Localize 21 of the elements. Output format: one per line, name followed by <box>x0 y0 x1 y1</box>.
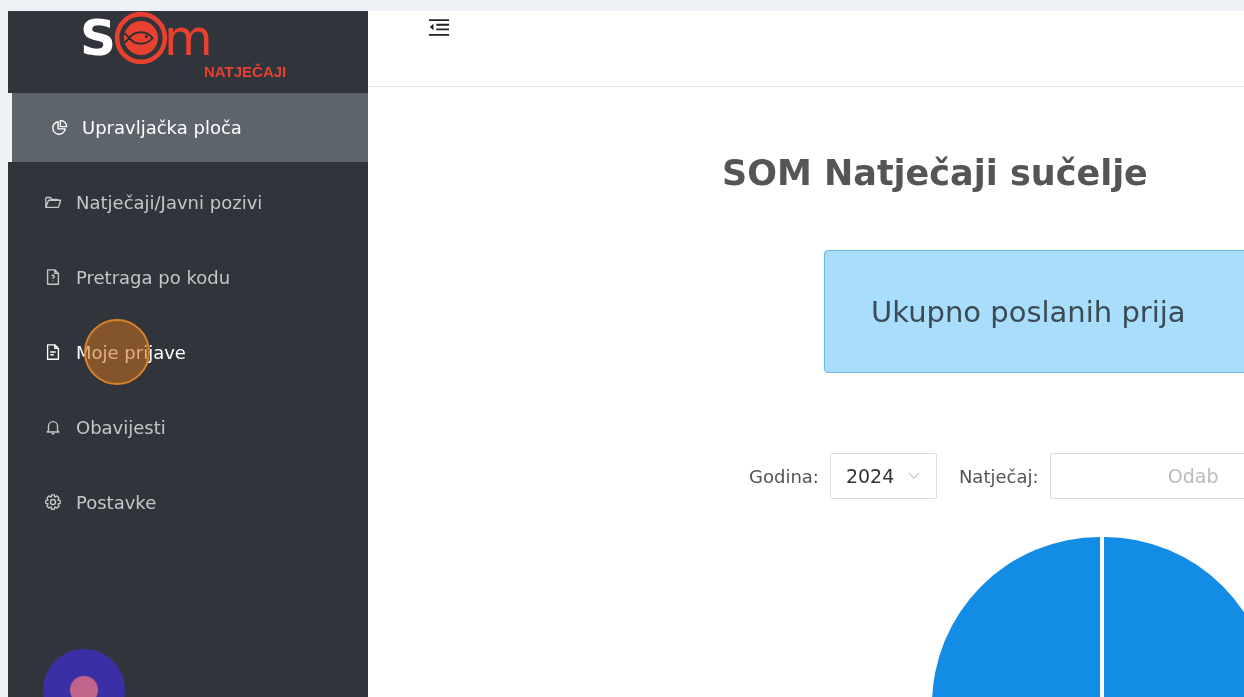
sidebar-item[interactable]: Upravljačka ploča <box>8 93 368 162</box>
logo-letter: m <box>164 13 213 63</box>
competition-label: Natječaj: <box>958 465 1039 487</box>
caret-icon <box>908 472 921 480</box>
file-question-icon <box>44 268 62 286</box>
sidebar-item[interactable]: Natječaji/Javni pozivi <box>8 167 368 237</box>
summary-banner: Ukupno poslanih prija <box>824 250 1244 373</box>
competition-select[interactable]: Odab <box>1049 453 1244 499</box>
logo-letter: S <box>80 13 116 63</box>
page-title: SOM Natječaji sučelje <box>722 152 1148 195</box>
pie-chart-icon <box>50 118 68 137</box>
sidebar-item[interactable]: Obavijesti <box>8 392 368 462</box>
logo-subtitle: NATJEČAJI <box>204 63 287 80</box>
bell-icon <box>44 418 62 436</box>
file-text-icon <box>44 343 62 361</box>
year-select[interactable]: 2024 <box>829 453 937 499</box>
sidebar-item[interactable]: Pretraga po kodu <box>8 242 368 312</box>
sidebar-item[interactable]: Postavke <box>8 467 368 537</box>
year-label: Godina: <box>749 465 819 487</box>
settings-icon <box>44 493 62 511</box>
menu-collapse-icon[interactable] <box>428 18 450 37</box>
